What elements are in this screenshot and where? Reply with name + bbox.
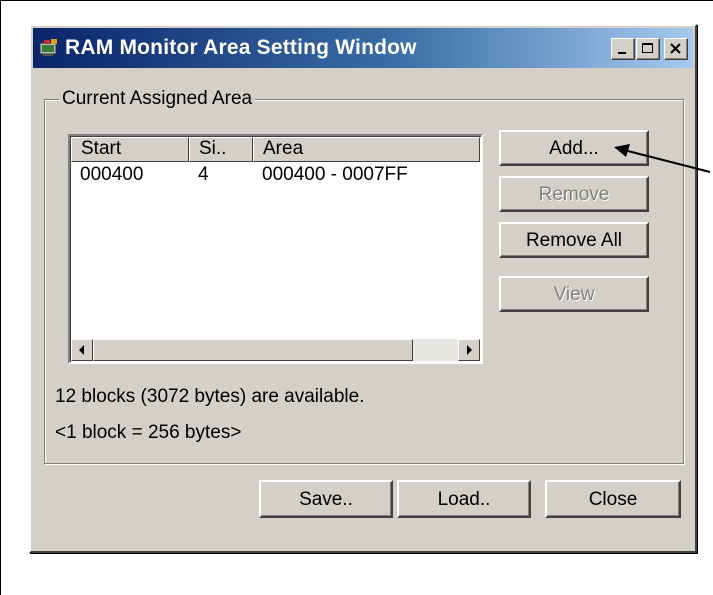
available-blocks-text: 12 blocks (3072 bytes) are available.	[55, 386, 365, 407]
scroll-left-button[interactable]	[71, 339, 93, 361]
scroll-thumb[interactable]	[93, 339, 413, 361]
group-label: Current Assigned Area	[59, 88, 256, 110]
title-bar[interactable]: RAM Monitor Area Setting Window	[33, 28, 693, 68]
arrow-right-icon	[467, 345, 472, 355]
maximize-button[interactable]	[636, 38, 660, 60]
pointer-arrow-icon	[614, 144, 711, 173]
cell-start: 000400	[80, 164, 144, 185]
close-button[interactable]: Close	[545, 480, 681, 518]
block-size-text: <1 block = 256 bytes>	[55, 422, 242, 443]
arrow-left-icon	[79, 345, 84, 355]
minimize-button[interactable]	[611, 38, 635, 60]
minimize-icon	[618, 52, 626, 54]
column-area[interactable]: Area	[253, 137, 480, 162]
close-icon	[670, 43, 681, 54]
maximize-icon	[642, 43, 653, 53]
app-icon	[39, 38, 59, 58]
save-button[interactable]: Save..	[259, 480, 393, 518]
scroll-right-button[interactable]	[458, 339, 480, 361]
column-size[interactable]: Si..	[189, 137, 253, 162]
close-window-button[interactable]	[664, 38, 688, 60]
window-title: RAM Monitor Area Setting Window	[65, 36, 417, 59]
ram-monitor-window: RAM Monitor Area Setting Window Current …	[29, 24, 697, 553]
view-button[interactable]: View	[499, 276, 649, 312]
horizontal-scrollbar[interactable]	[71, 339, 480, 361]
area-list[interactable]: Start Si.. Area 000400 4 000400 - 0007FF	[68, 134, 483, 364]
load-button[interactable]: Load..	[397, 480, 531, 518]
list-header: Start Si.. Area	[71, 137, 480, 162]
remove-all-button[interactable]: Remove All	[499, 222, 649, 258]
column-start[interactable]: Start	[71, 137, 189, 162]
cell-area: 000400 - 0007FF	[262, 164, 408, 185]
table-row[interactable]: 000400 4 000400 - 0007FF	[71, 163, 480, 189]
cell-size: 4	[198, 164, 209, 185]
remove-button[interactable]: Remove	[499, 176, 649, 212]
